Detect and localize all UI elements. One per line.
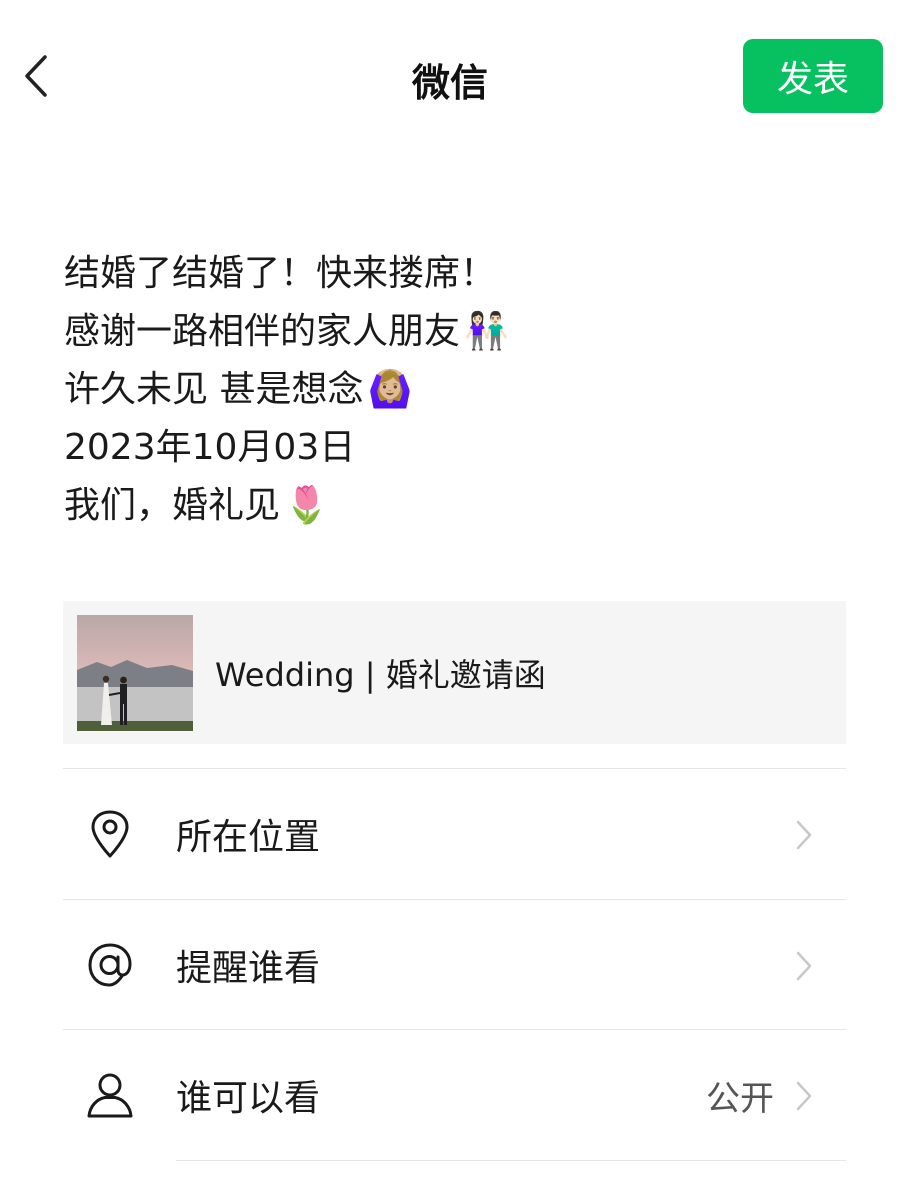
couple-emoji: 👫🏻 xyxy=(464,311,509,352)
wedding-photo-thumbnail xyxy=(77,615,193,731)
link-card-title: Wedding | 婚礼邀请函 xyxy=(215,655,546,694)
post-line-text: 我们，婚礼见 xyxy=(64,485,281,526)
chevron-right-icon xyxy=(796,820,812,850)
post-line: 2023年10月03日 xyxy=(64,419,844,477)
compose-moment-page: 微信 发表 结婚了结婚了！快来搂席！ 感谢一路相伴的家人朋友 👫🏻 许久未见 甚… xyxy=(0,0,900,1200)
gesture-ok-emoji: 🙆🏼‍♀️ xyxy=(367,369,413,410)
visibility-row[interactable]: 谁可以看 公开 xyxy=(63,1030,846,1160)
visibility-label: 谁可以看 xyxy=(176,1078,321,1119)
post-text-input[interactable]: 结婚了结婚了！快来搂席！ 感谢一路相伴的家人朋友 👫🏻 许久未见 甚是想念 🙆🏼… xyxy=(64,245,844,535)
at-sign-icon xyxy=(85,940,135,990)
post-line-text: 2023年10月03日 xyxy=(64,427,356,468)
divider xyxy=(176,1160,846,1161)
header: 微信 发表 xyxy=(0,0,900,150)
tulip-emoji: 🌷 xyxy=(284,485,329,526)
location-pin-icon xyxy=(85,809,135,859)
post-line: 结婚了结婚了！快来搂席！ xyxy=(64,245,844,303)
post-line: 许久未见 甚是想念 🙆🏼‍♀️ xyxy=(64,361,844,419)
publish-button[interactable]: 发表 xyxy=(743,39,883,113)
post-line-text: 感谢一路相伴的家人朋友 xyxy=(64,311,461,352)
mention-label: 提醒谁看 xyxy=(176,948,321,989)
mention-row[interactable]: 提醒谁看 xyxy=(63,900,846,1030)
person-icon xyxy=(85,1070,135,1120)
chevron-right-icon xyxy=(796,1081,812,1111)
post-line-text: 许久未见 甚是想念 xyxy=(64,369,364,410)
visibility-value: 公开 xyxy=(706,1078,774,1119)
post-line-text: 结婚了结婚了！快来搂席！ xyxy=(64,253,497,294)
location-row[interactable]: 所在位置 xyxy=(63,769,846,899)
post-line: 感谢一路相伴的家人朋友 👫🏻 xyxy=(64,303,844,361)
location-label: 所在位置 xyxy=(176,817,321,858)
post-line: 我们，婚礼见 🌷 xyxy=(64,477,844,535)
link-card[interactable]: Wedding | 婚礼邀请函 xyxy=(63,601,846,744)
chevron-right-icon xyxy=(796,951,812,981)
